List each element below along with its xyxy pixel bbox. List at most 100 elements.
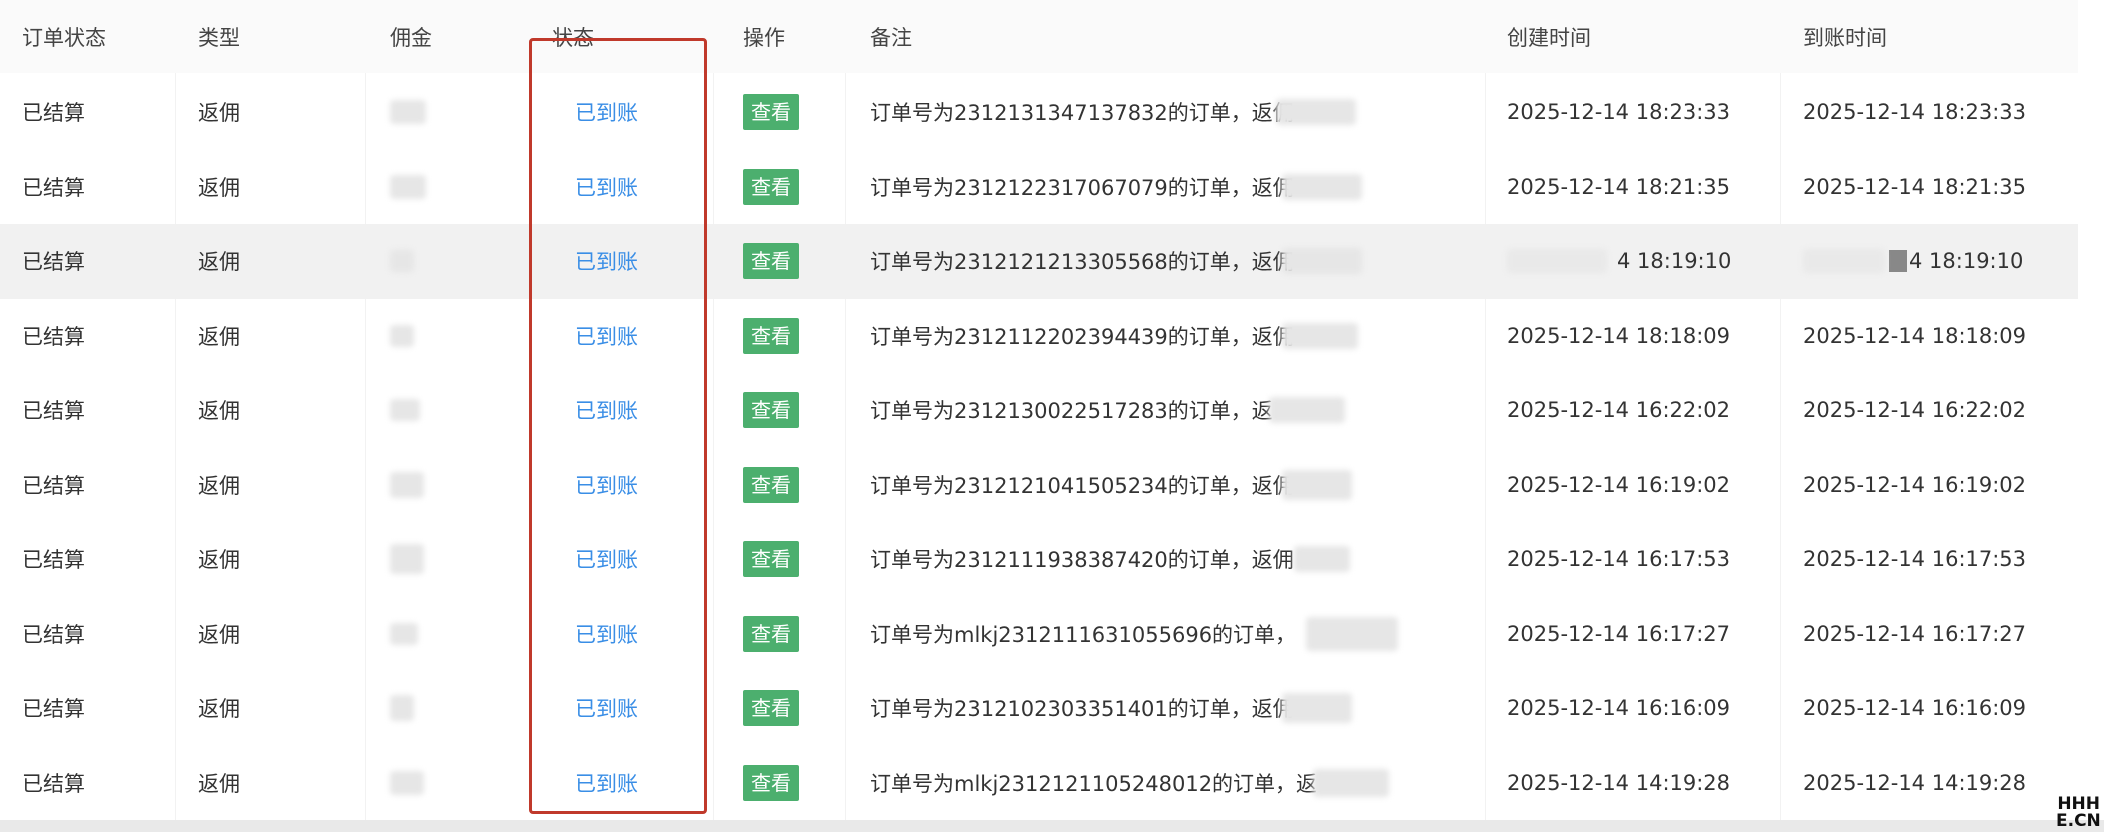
remark-text: 订单号为2312130022517283的订单，返 xyxy=(870,399,1273,424)
remark-text: 订单号为2312102303351401的订单，返佣 xyxy=(870,697,1294,722)
type-cell: 返佣 xyxy=(198,324,240,349)
remark-redaction xyxy=(1281,469,1352,500)
order-status-cell: 已结算 xyxy=(22,697,85,722)
order-status-cell: 已结算 xyxy=(22,548,85,573)
remark-cell: 订单号为2312131347137832的订单，返佣 xyxy=(870,75,1356,150)
order-status-cell: 已结算 xyxy=(22,175,85,200)
created-time-cell: 4 18:19:10 xyxy=(1507,224,1731,299)
remark-text: 订单号为mlkj2312121105248012的订单，返 xyxy=(870,771,1318,796)
created-time-cell: 2025-12-14 16:17:27 xyxy=(1507,621,1731,646)
state-link[interactable]: 已到账 xyxy=(575,150,638,225)
order-status-cell: 已结算 xyxy=(22,250,85,275)
time-redaction xyxy=(1507,249,1607,274)
remark-redaction xyxy=(1313,768,1390,797)
remark-redaction xyxy=(1275,99,1356,126)
remark-cell: 订单号为2312121213305568的订单，返佣 xyxy=(870,224,1362,299)
commission-cell-redacted xyxy=(390,746,424,821)
table-row: 已结算 返佣 已到账 查看 订单号为mlkj2312111631055696的订… xyxy=(0,597,2078,672)
header-remark: 备注 xyxy=(870,25,912,50)
header-commission: 佣金 xyxy=(390,25,432,50)
arrived-time-cell: 2025-12-14 16:17:53 xyxy=(1803,547,2027,572)
state-link[interactable]: 已到账 xyxy=(575,597,638,672)
created-time-cell: 2025-12-14 16:17:53 xyxy=(1507,547,1731,572)
created-time-cell: 2025-12-14 16:16:09 xyxy=(1507,696,1731,721)
commission-cell-redacted xyxy=(390,75,426,150)
remark-text: 订单号为2312122317067079的订单，返佣 xyxy=(870,175,1294,200)
view-button[interactable]: 查看 xyxy=(743,541,799,578)
view-button[interactable]: 查看 xyxy=(743,317,799,354)
remark-redaction xyxy=(1281,322,1358,349)
remark-redaction xyxy=(1281,173,1362,200)
view-button[interactable]: 查看 xyxy=(743,690,799,727)
table-header: 订单状态 类型 佣金 状态 操作 备注 创建时间 到账时间 xyxy=(0,0,2078,73)
type-cell: 返佣 xyxy=(198,101,240,126)
remark-cell: 订单号为2312112202394439的订单，返佣 xyxy=(870,299,1358,374)
remark-text: 订单号为2312121213305568的订单，返佣 xyxy=(870,250,1294,275)
arrived-time-cell: 2025-12-14 14:19:28 xyxy=(1803,770,2027,795)
state-link[interactable]: 已到账 xyxy=(575,299,638,374)
state-link[interactable]: 已到账 xyxy=(575,373,638,448)
view-button[interactable]: 查看 xyxy=(743,168,799,205)
remark-text: 订单号为2312111938387420的订单，返佣 xyxy=(870,548,1294,573)
order-status-cell: 已结算 xyxy=(22,399,85,424)
state-link[interactable]: 已到账 xyxy=(575,671,638,746)
remark-redaction xyxy=(1268,397,1345,424)
remark-cell: 订单号为2312130022517283的订单，返 xyxy=(870,373,1345,448)
view-button[interactable]: 查看 xyxy=(743,94,799,131)
remark-cell: 订单号为2312111938387420的订单，返佣 xyxy=(870,522,1350,597)
time-redaction xyxy=(1889,250,1907,273)
order-status-cell: 已结算 xyxy=(22,101,85,126)
site-watermark: HHH E.CN xyxy=(2056,796,2101,831)
view-button[interactable]: 查看 xyxy=(743,243,799,280)
remark-text: 订单号为mlkj2312111631055696的订单， xyxy=(870,622,1297,647)
remark-text: 订单号为2312131347137832的订单，返佣 xyxy=(870,101,1294,126)
arrived-time-cell: 4 18:19:10 xyxy=(1803,224,2023,299)
type-cell: 返佣 xyxy=(198,399,240,424)
type-cell: 返佣 xyxy=(198,250,240,275)
table-row: 已结算 返佣 已到账 查看 订单号为2312131347137832的订单，返佣… xyxy=(0,75,2078,150)
remark-cell: 订单号为mlkj2312121105248012的订单，返 xyxy=(870,746,1390,821)
watermark-line-2: E.CN xyxy=(2056,811,2101,831)
order-status-cell: 已结算 xyxy=(22,473,85,498)
header-created-time: 创建时间 xyxy=(1507,25,1591,50)
arrived-time-cell: 2025-12-14 18:18:09 xyxy=(1803,323,2027,348)
remark-redaction xyxy=(1281,248,1362,275)
table-row: 已结算 返佣 已到账 查看 订单号为mlkj2312121105248012的订… xyxy=(0,746,2078,821)
commission-cell-redacted xyxy=(390,224,414,299)
commission-cell-redacted xyxy=(390,597,418,672)
remark-redaction xyxy=(1281,693,1352,724)
header-type: 类型 xyxy=(198,25,240,50)
header-arrived-time: 到账时间 xyxy=(1803,25,1887,50)
table-row: 已结算 返佣 已到账 查看 订单号为2312121041505234的订单，返佣… xyxy=(0,448,2078,523)
arrived-time-text: 4 18:19:10 xyxy=(1909,249,2024,274)
order-status-cell: 已结算 xyxy=(22,622,85,647)
type-cell: 返佣 xyxy=(198,175,240,200)
view-button[interactable]: 查看 xyxy=(743,392,799,429)
view-button[interactable]: 查看 xyxy=(743,466,799,503)
commission-cell-redacted xyxy=(390,522,424,597)
state-link[interactable]: 已到账 xyxy=(575,522,638,597)
header-action: 操作 xyxy=(743,25,785,50)
horizontal-scrollbar[interactable] xyxy=(0,820,2104,832)
state-link[interactable]: 已到账 xyxy=(575,746,638,821)
commission-cell-redacted xyxy=(390,448,424,523)
created-time-cell: 2025-12-14 18:18:09 xyxy=(1507,323,1731,348)
view-button[interactable]: 查看 xyxy=(743,764,799,801)
type-cell: 返佣 xyxy=(198,622,240,647)
commission-cell-redacted xyxy=(390,373,420,448)
table-row: 已结算 返佣 已到账 查看 订单号为2312122317067079的订单，返佣… xyxy=(0,150,2078,225)
arrived-time-cell: 2025-12-14 16:19:02 xyxy=(1803,472,2027,497)
state-link[interactable]: 已到账 xyxy=(575,75,638,150)
arrived-time-cell: 2025-12-14 16:17:27 xyxy=(1803,621,2027,646)
view-button[interactable]: 查看 xyxy=(743,615,799,652)
order-status-cell: 已结算 xyxy=(22,324,85,349)
remark-redaction xyxy=(1306,616,1399,651)
state-link[interactable]: 已到账 xyxy=(575,448,638,523)
table-row: 已结算 返佣 已到账 查看 订单号为2312130022517283的订单，返 … xyxy=(0,373,2078,448)
type-cell: 返佣 xyxy=(198,697,240,722)
state-link[interactable]: 已到账 xyxy=(575,224,638,299)
commission-table: 订单状态 类型 佣金 状态 操作 备注 创建时间 到账时间 已结算 返佣 已到账… xyxy=(0,0,2078,820)
remark-text: 订单号为2312121041505234的订单，返佣 xyxy=(870,473,1294,498)
commission-cell-redacted xyxy=(390,671,414,746)
table-row: 已结算 返佣 已到账 查看 订单号为2312112202394439的订单，返佣… xyxy=(0,299,2078,374)
